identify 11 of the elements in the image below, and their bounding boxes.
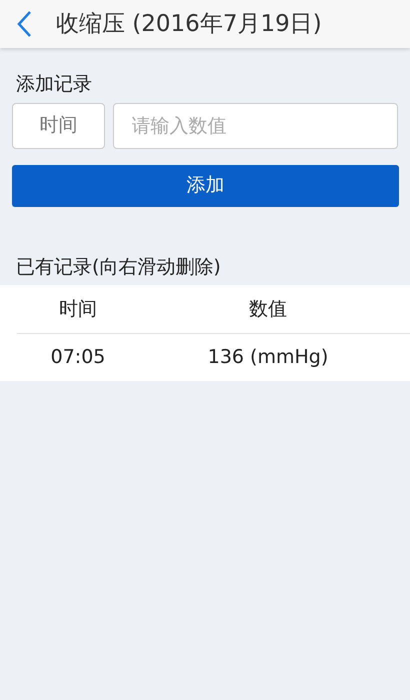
screen-title: 收缩压 (2016年7月19日) — [56, 10, 322, 39]
table-cell-text: 136 (mmHg) — [206, 345, 330, 370]
value-input-field[interactable]: 请输入数值 — [112, 102, 398, 148]
section-title: 已有记录(向右滑动删除) — [16, 254, 222, 280]
column-header: 时间 — [58, 296, 98, 322]
table-cell-text: 07:05 — [50, 345, 106, 370]
section-title: 添加记录 — [16, 72, 93, 97]
add-button[interactable]: 添加 — [12, 164, 399, 206]
time-button[interactable]: 时间 — [12, 102, 105, 148]
column-header: 数值 — [248, 296, 288, 322]
back-icon[interactable] — [16, 10, 32, 38]
